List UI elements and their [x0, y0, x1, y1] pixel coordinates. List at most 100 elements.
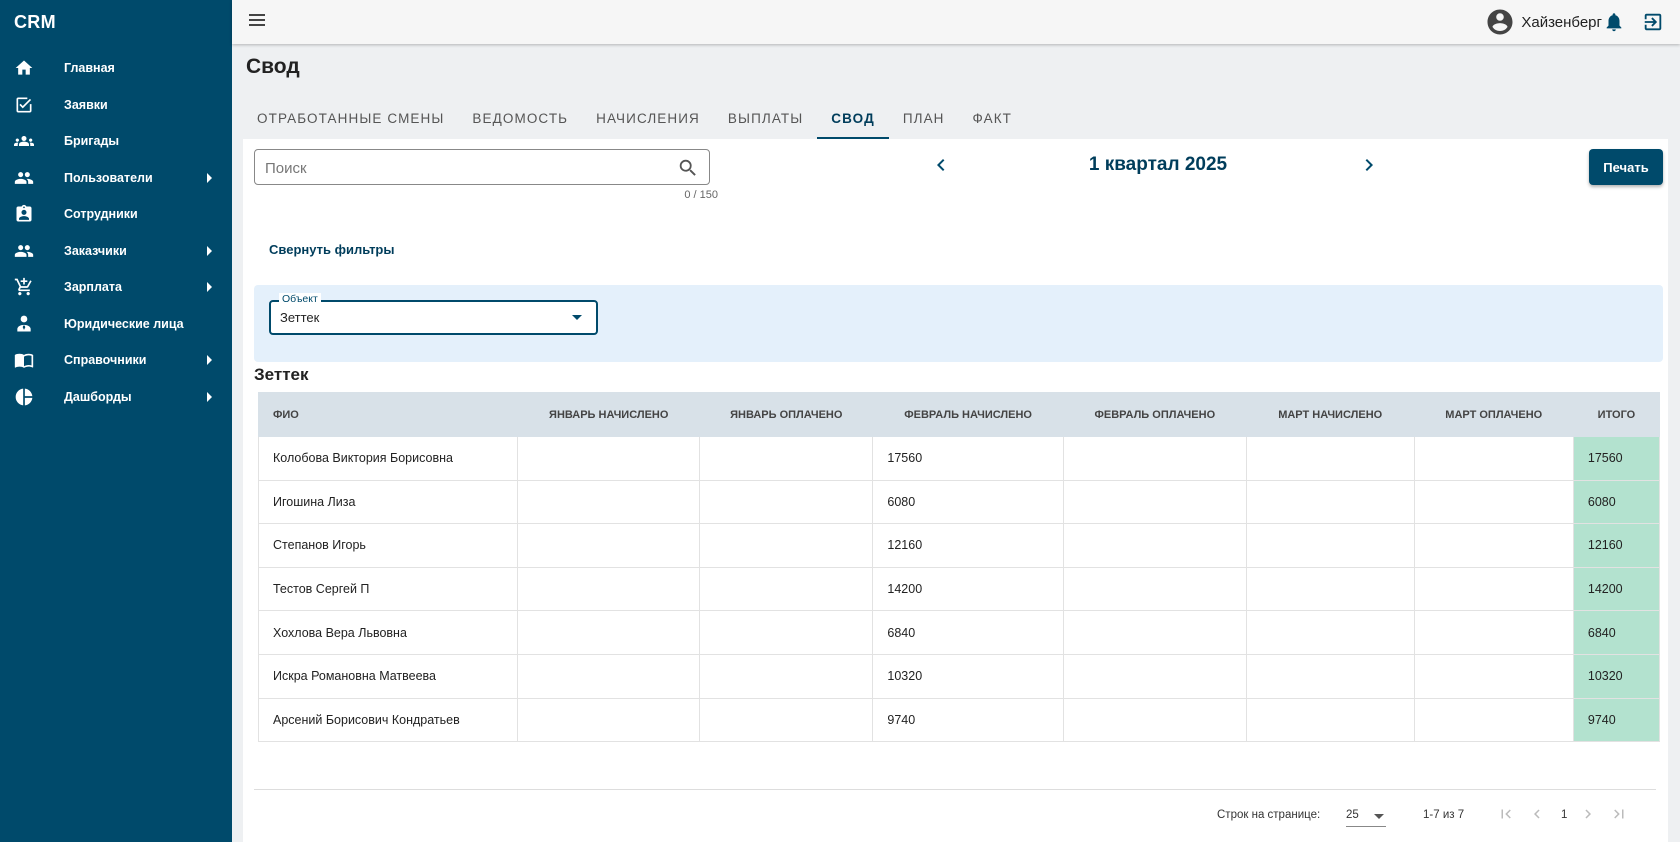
search-icon[interactable]: [677, 157, 699, 179]
table-row[interactable]: Хохлова Вера Львовна 6840 6840: [257, 610, 1661, 655]
tab-fact[interactable]: ФАКТ: [959, 97, 1026, 139]
table-cell: [699, 566, 874, 612]
sidebar-item-brigades[interactable]: Бригады: [0, 123, 232, 160]
table-cell: 17560: [872, 436, 1064, 481]
rows-per-page-select[interactable]: 25: [1346, 803, 1386, 827]
sidebar-item-label: Пользователи: [64, 170, 153, 185]
tab-worked-shifts[interactable]: ОТРАБОТАННЫЕ СМЕНЫ: [243, 97, 458, 139]
sidebar-item-requests[interactable]: Заявки: [0, 87, 232, 124]
people-icon: [13, 167, 35, 189]
pie-chart-icon: [13, 386, 35, 408]
prev-page-icon[interactable]: [1528, 805, 1546, 823]
sidebar-item-dashboards[interactable]: Дашборды: [0, 379, 232, 416]
sidebar-item-users[interactable]: Пользователи: [0, 160, 232, 197]
sidebar-item-legal-entities[interactable]: Юридические лица: [0, 306, 232, 343]
pagination-range: 1-7 из 7: [1423, 809, 1465, 821]
object-select[interactable]: Объект Зеттек: [269, 293, 598, 335]
tab-summary[interactable]: СВОД: [817, 97, 889, 139]
chevron-right-icon[interactable]: [1357, 153, 1381, 177]
chevron-right-icon: [207, 282, 212, 293]
tab-accruals[interactable]: НАЧИСЛЕНИЯ: [582, 97, 714, 139]
table-cell: [699, 653, 874, 699]
total-cell: 17560: [1572, 436, 1661, 481]
table-cell: [699, 436, 874, 481]
filter-panel: Объект Зеттек: [254, 285, 1663, 362]
groups-icon: [13, 130, 35, 152]
search-input[interactable]: [265, 158, 665, 178]
sidebar-item-label: Дашборды: [64, 389, 132, 404]
table-cell: [1062, 479, 1247, 525]
chevron-left-icon[interactable]: [929, 153, 953, 177]
logout-icon[interactable]: [1642, 11, 1664, 33]
search-char-counter: 0 / 150: [684, 189, 718, 201]
sidebar: CRM Главная Заявки Бригады Пользователи: [0, 0, 232, 842]
table-cell: [1245, 436, 1415, 481]
column-header[interactable]: ФЕВРАЛЬ НАЧИСЛЕНО: [872, 392, 1064, 437]
column-header[interactable]: ФИО: [257, 392, 519, 437]
table-cell: [1062, 566, 1247, 612]
pagination: Строк на странице: 25 1-7 из 7 1: [243, 799, 1668, 829]
sidebar-item-directories[interactable]: Справочники: [0, 342, 232, 379]
table-cell: 14200: [872, 566, 1064, 612]
table-cell: 6080: [872, 479, 1064, 525]
total-cell: 6840: [1572, 610, 1661, 655]
summary-card: 0 / 150 1 квартал 2025 Печать Свернуть ф…: [243, 139, 1668, 842]
bell-icon[interactable]: [1603, 11, 1625, 33]
table-cell: Тестов Сергей П: [257, 566, 519, 612]
search-field: [254, 149, 710, 185]
table-cell: [1413, 566, 1574, 612]
table-cell: [1245, 653, 1415, 699]
person-tie-icon: [13, 313, 35, 335]
table-cell: [1245, 566, 1415, 612]
table-row[interactable]: Тестов Сергей П 14200 14200: [257, 566, 1661, 612]
cart-icon: [13, 276, 35, 298]
column-header[interactable]: ИТОГО: [1572, 392, 1661, 437]
tab-statement[interactable]: ВЕДОМОСТЬ: [458, 97, 582, 139]
topbar: Хайзенберг: [232, 0, 1680, 44]
object-select-label: Объект: [279, 293, 321, 305]
dropdown-arrow-icon: [572, 315, 582, 320]
table-cell: Арсений Борисович Кондратьев: [257, 697, 519, 743]
sidebar-item-salary[interactable]: Зарплата: [0, 269, 232, 306]
table-cell: 9740: [872, 697, 1064, 743]
next-page-icon[interactable]: [1579, 805, 1597, 823]
table-cell: [1245, 697, 1415, 743]
column-header[interactable]: МАРТ ОПЛАЧЕНО: [1413, 392, 1574, 437]
user-menu[interactable]: Хайзенберг: [1485, 7, 1602, 37]
sidebar-item-customers[interactable]: Заказчики: [0, 233, 232, 270]
last-page-icon[interactable]: [1610, 805, 1628, 823]
sidebar-item-label: Справочники: [64, 353, 147, 368]
collapse-filters-button[interactable]: Свернуть фильтры: [269, 242, 394, 257]
table-row[interactable]: Колобова Виктория Борисовна 17560 17560: [257, 436, 1661, 481]
checkbox-icon: [13, 94, 35, 116]
table-cell: [1245, 610, 1415, 655]
table-row[interactable]: Степанов Игорь 12160 12160: [257, 523, 1661, 568]
table-cell: [1245, 523, 1415, 568]
sidebar-item-label: Главная: [64, 61, 115, 76]
tab-plan[interactable]: ПЛАН: [889, 97, 959, 139]
column-header[interactable]: ЯНВАРЬ НАЧИСЛЕНО: [517, 392, 701, 437]
tabs: ОТРАБОТАННЫЕ СМЕНЫ ВЕДОМОСТЬ НАЧИСЛЕНИЯ …: [243, 97, 1026, 139]
sidebar-item-employees[interactable]: Сотрудники: [0, 196, 232, 233]
column-header[interactable]: ФЕВРАЛЬ ОПЛАЧЕНО: [1062, 392, 1247, 437]
column-header[interactable]: МАРТ НАЧИСЛЕНО: [1245, 392, 1415, 437]
table-cell: [699, 610, 874, 655]
sidebar-item-home[interactable]: Главная: [0, 50, 232, 87]
table-cell: [1413, 479, 1574, 525]
print-button[interactable]: Печать: [1589, 149, 1663, 185]
object-select-value: Зеттек: [280, 310, 320, 325]
table-row[interactable]: Искра Романовна Матвеева 10320 10320: [257, 653, 1661, 699]
table-cell: [699, 697, 874, 743]
table-cell: [1413, 436, 1574, 481]
first-page-icon[interactable]: [1497, 805, 1515, 823]
table-row[interactable]: Арсений Борисович Кондратьев 9740 9740: [257, 697, 1661, 743]
table-row[interactable]: Игошина Лиза 6080 6080: [257, 479, 1661, 525]
table-cell: [1413, 697, 1574, 743]
user-name: Хайзенберг: [1521, 13, 1602, 31]
table-cell: [1062, 610, 1247, 655]
menu-icon[interactable]: [246, 11, 268, 33]
column-header[interactable]: ЯНВАРЬ ОПЛАЧЕНО: [699, 392, 874, 437]
tab-payments[interactable]: ВЫПЛАТЫ: [714, 97, 817, 139]
table-cell: Игошина Лиза: [257, 479, 519, 525]
brand-logo[interactable]: CRM: [14, 12, 56, 33]
